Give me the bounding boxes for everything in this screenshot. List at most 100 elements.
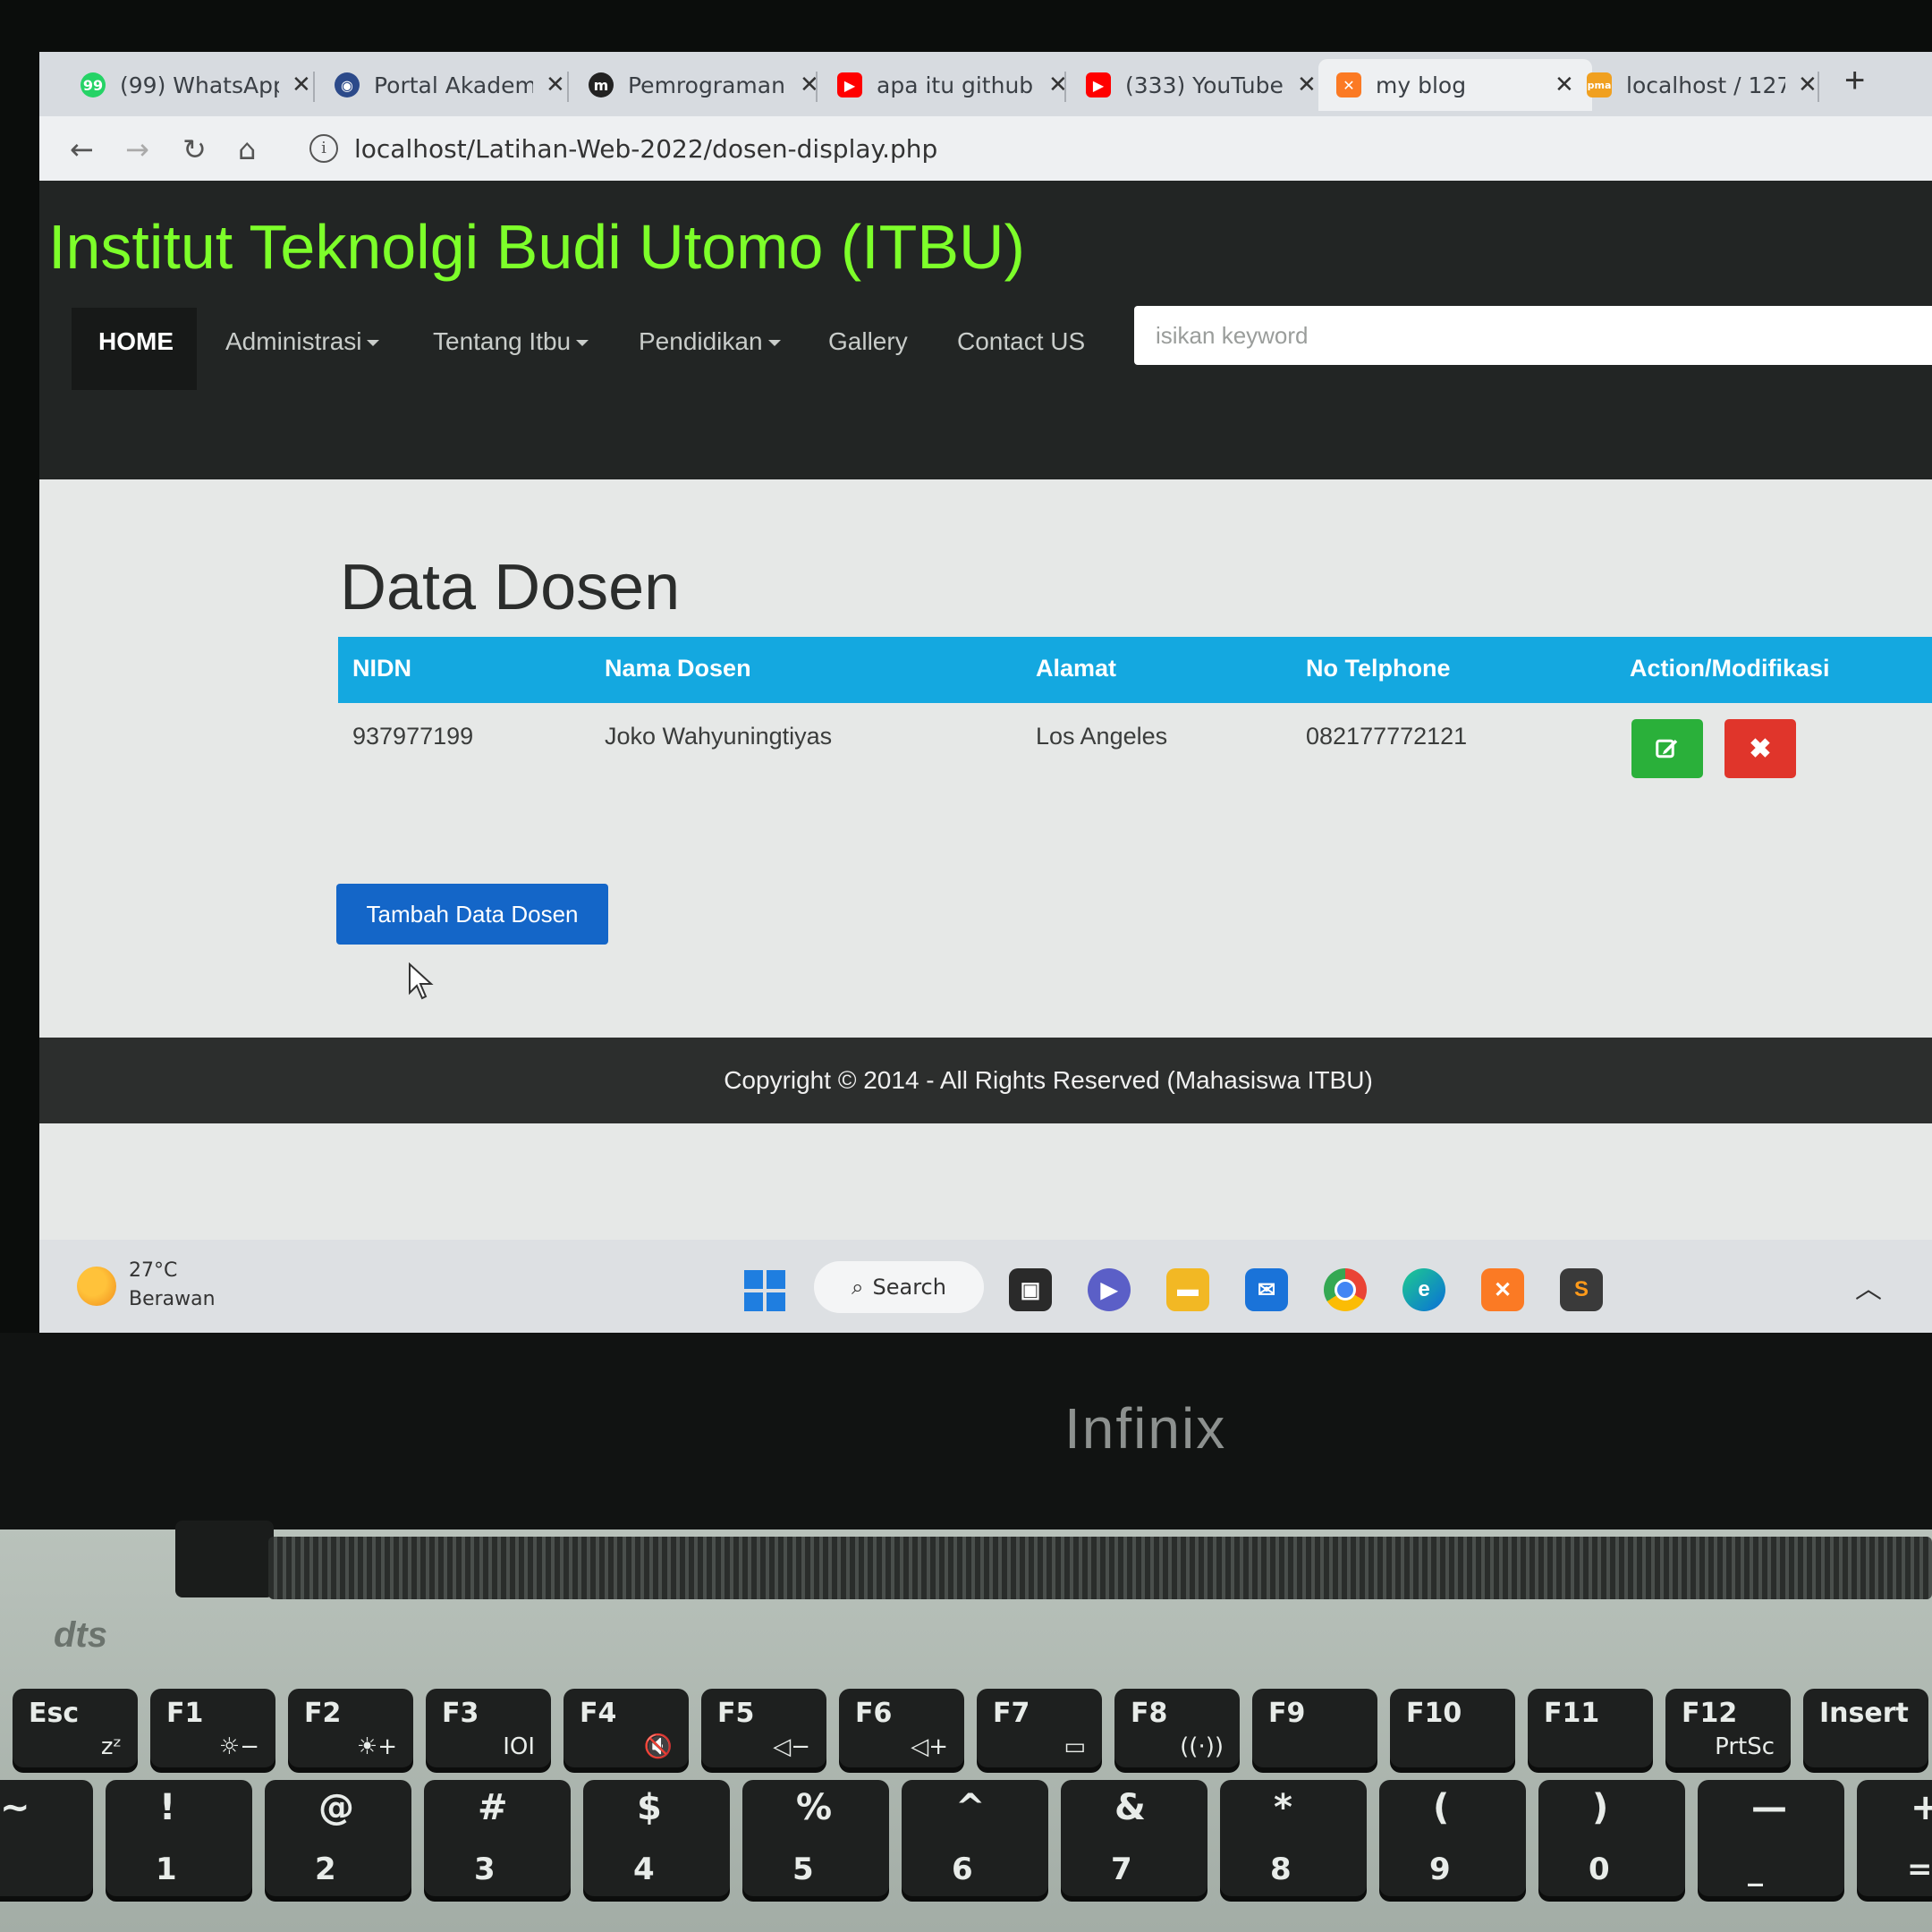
close-tab-icon[interactable]: ✕	[1798, 72, 1818, 98]
key-sublabel: 3	[474, 1852, 496, 1887]
taskbar-search-button[interactable]: ⌕ Search	[814, 1261, 984, 1313]
key-esc[interactable]: Esc zᶻ	[13, 1689, 138, 1767]
chrome-icon[interactable]	[1324, 1268, 1367, 1311]
key-sublabel: 8	[1270, 1852, 1292, 1887]
tab-my-blog[interactable]: ✕ my blog ✕	[1318, 59, 1592, 111]
nav-tentang-itbu[interactable]: Tentang Itbu	[433, 327, 589, 356]
key-sublabel: ☼−	[218, 1733, 259, 1760]
youtube-icon: ▶	[837, 72, 862, 97]
xampp-icon[interactable]: ✕	[1481, 1268, 1524, 1311]
back-icon[interactable]: ←	[70, 132, 94, 166]
chevron-up-icon[interactable]: ︿	[1855, 1267, 1882, 1306]
key-8[interactable]: * 8	[1220, 1780, 1367, 1896]
tab-separator	[1064, 72, 1066, 102]
nav-pendidikan[interactable]: Pendidikan	[639, 327, 781, 356]
key-sublabel: PrtSc	[1715, 1733, 1775, 1760]
key-insert[interactable]: Insert	[1803, 1689, 1928, 1767]
tab-separator	[567, 72, 569, 102]
key-3[interactable]: #3	[424, 1780, 571, 1896]
key-f11[interactable]: F11	[1528, 1689, 1653, 1767]
tab-title: apa itu github	[877, 72, 1034, 98]
tab-title: (333) YouTube	[1125, 72, 1284, 98]
key-f4[interactable]: F4 🔇	[564, 1689, 689, 1767]
key-label: F5	[717, 1698, 755, 1729]
column-header-telp: No Telphone	[1306, 655, 1451, 682]
key-0[interactable]: ) 0	[1538, 1780, 1685, 1896]
file-explorer-icon[interactable]: ▬	[1166, 1268, 1209, 1311]
key-label: )	[1592, 1787, 1609, 1828]
nav-administrasi[interactable]: Administrasi	[225, 327, 380, 356]
whatsapp-icon: 99	[80, 72, 106, 97]
key-7[interactable]: & 7	[1061, 1780, 1208, 1896]
url-field[interactable]: localhost/Latihan-Web-2022/dosen-display…	[354, 134, 937, 164]
key-2[interactable]: @2	[265, 1780, 411, 1896]
windows-start-icon[interactable]	[744, 1270, 785, 1311]
delete-button[interactable]: ✖	[1724, 719, 1796, 778]
key-f7[interactable]: F7 ▭	[977, 1689, 1102, 1767]
key-label: F3	[442, 1698, 479, 1729]
tab-youtube[interactable]: ▶ (333) YouTube ✕	[1086, 59, 1317, 111]
speaker-grille	[268, 1537, 1932, 1599]
key-f5[interactable]: F5 ◁−	[701, 1689, 826, 1767]
key-f2[interactable]: F2 ☀+	[288, 1689, 413, 1767]
new-tab-button[interactable]: +	[1844, 61, 1865, 101]
tab-portal-akademik[interactable]: ◉ Portal Akadem ✕	[335, 59, 565, 111]
tab-localhost-phpmyadmin[interactable]: pma localhost / 127 ✕	[1587, 59, 1818, 111]
key-f12[interactable]: F12 PrtSc	[1665, 1689, 1791, 1767]
key-f3[interactable]: F3 IOI	[426, 1689, 551, 1767]
weather-description[interactable]: Berawan	[129, 1288, 216, 1310]
nav-contact-us[interactable]: Contact US	[957, 327, 1085, 356]
close-tab-icon[interactable]: ✕	[292, 72, 311, 98]
key-6[interactable]: ^ 6	[902, 1780, 1048, 1896]
page-title: Data Dosen	[340, 552, 681, 623]
key-label: —	[1751, 1787, 1787, 1828]
key-sublabel: _	[1748, 1852, 1763, 1887]
edge-icon[interactable]: e	[1402, 1268, 1445, 1311]
portal-icon: ◉	[335, 72, 360, 97]
site-footer: Copyright © 2014 - All Rights Reserved (…	[39, 1038, 1932, 1123]
mail-icon[interactable]: ✉	[1245, 1268, 1288, 1311]
tab-whatsapp[interactable]: 99 (99) WhatsApp ✕	[80, 59, 311, 111]
teams-chat-icon[interactable]: ▶	[1088, 1268, 1131, 1311]
forward-icon[interactable]: →	[125, 132, 149, 166]
key-f10[interactable]: F10	[1390, 1689, 1515, 1767]
sublime-text-icon[interactable]: S	[1560, 1268, 1603, 1311]
search-icon: ⌕	[852, 1275, 864, 1300]
key-9[interactable]: (9	[1379, 1780, 1526, 1896]
site-header: Institut Teknolgi Budi Utomo (ITBU) HOME…	[39, 181, 1932, 479]
key-4[interactable]: $4	[583, 1780, 730, 1896]
reload-icon[interactable]: ↻	[182, 132, 207, 166]
site-info-icon[interactable]: i	[309, 134, 338, 163]
key-sublabel: ▭	[1063, 1733, 1086, 1760]
cell-alamat: Los Angeles	[1036, 723, 1168, 750]
task-view-icon[interactable]: ▣	[1009, 1268, 1052, 1311]
nav-gallery[interactable]: Gallery	[828, 327, 908, 356]
key-f6[interactable]: F6 ◁+	[839, 1689, 964, 1767]
key-f1[interactable]: F1 ☼−	[150, 1689, 275, 1767]
key-_[interactable]: — _	[1698, 1780, 1844, 1896]
close-tab-icon[interactable]: ✕	[1555, 72, 1574, 98]
tab-apa-itu-github[interactable]: ▶ apa itu github ✕	[837, 59, 1068, 111]
caret-down-icon	[367, 340, 380, 347]
page-background	[39, 1123, 1932, 1240]
nav-home[interactable]: HOME	[98, 327, 174, 356]
key-f9[interactable]: F9	[1252, 1689, 1377, 1767]
key-1[interactable]: ! 1	[106, 1780, 252, 1896]
close-tab-icon[interactable]: ✕	[546, 72, 565, 98]
key-sublabel: 2	[315, 1852, 336, 1887]
key-~[interactable]: ~	[0, 1780, 93, 1896]
key-5[interactable]: % 5	[742, 1780, 889, 1896]
key-f8[interactable]: F8 ((·))	[1114, 1689, 1240, 1767]
edit-button[interactable]	[1631, 719, 1703, 778]
key-=[interactable]: + =	[1857, 1780, 1932, 1896]
tab-pemrograman[interactable]: m Pemrograman ✕	[589, 59, 819, 111]
search-input[interactable]	[1134, 306, 1932, 365]
tab-title: localhost / 127	[1626, 72, 1785, 98]
weather-icon[interactable]	[77, 1267, 116, 1306]
key-label: ~	[0, 1787, 30, 1828]
add-dosen-button[interactable]: Tambah Data Dosen	[336, 884, 608, 945]
home-icon[interactable]: ⌂	[238, 132, 256, 166]
close-tab-icon[interactable]: ✕	[1297, 72, 1317, 98]
weather-temperature[interactable]: 27°C	[129, 1259, 177, 1282]
key-label: !	[159, 1787, 176, 1828]
